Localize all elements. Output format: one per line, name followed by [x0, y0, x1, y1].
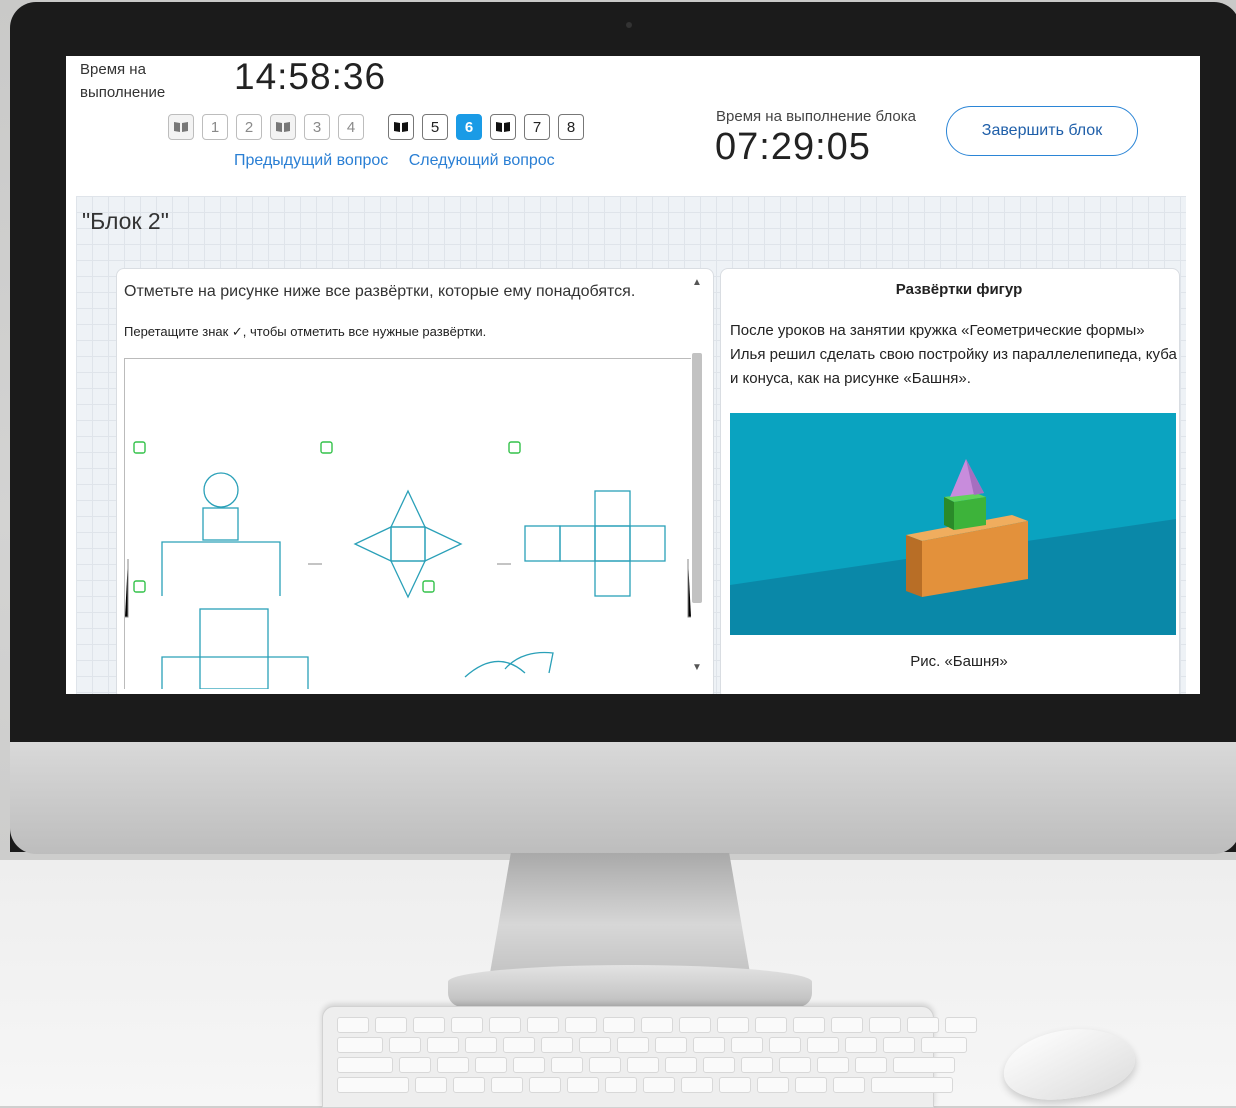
block-time-value: 07:29:05: [715, 126, 871, 168]
net-3: [524, 490, 666, 597]
question-nav: 1 2 3 4 5 6 7 8: [168, 114, 584, 140]
workspace: "Блок 2" Отметьте на рисунке ниже все ра…: [76, 196, 1186, 694]
drop-box[interactable]: [422, 580, 435, 593]
question-button-2[interactable]: 2: [236, 114, 262, 140]
info-panel: Развёртки фигур После уроков на занятии …: [720, 268, 1180, 694]
drop-box[interactable]: [508, 441, 521, 454]
question-hint: Перетащите знак ✓, чтобы отметить все ну…: [124, 324, 487, 339]
book-icon: [496, 122, 510, 132]
tower-picture: [730, 413, 1176, 635]
info-tab-button[interactable]: [168, 114, 194, 140]
book-icon: [276, 122, 290, 132]
screen: Время на выполнение 14:58:36 1 2 3 4 5 6…: [66, 56, 1200, 694]
question-button-6[interactable]: 6: [456, 114, 482, 140]
book-icon: [174, 122, 188, 132]
question-button-1[interactable]: 1: [202, 114, 228, 140]
question-scrollbar[interactable]: ▲ ▼: [690, 277, 704, 677]
nets-canvas: [124, 358, 691, 690]
book-icon: [394, 122, 408, 132]
nets-drawing: [125, 441, 691, 690]
drop-box[interactable]: [133, 580, 146, 593]
net-2: [353, 489, 463, 599]
prev-question-link[interactable]: Предыдущий вопрос: [234, 152, 388, 169]
info-tab-button[interactable]: [490, 114, 516, 140]
question-button-4[interactable]: 4: [338, 114, 364, 140]
question-button-7[interactable]: 7: [524, 114, 550, 140]
question-panel: Отметьте на рисунке ниже все развёртки, …: [116, 268, 714, 694]
question-nav-links: Предыдущий вопрос Следующий вопрос: [234, 152, 571, 170]
info-tab-button[interactable]: [270, 114, 296, 140]
scroll-up-icon[interactable]: ▲: [692, 277, 702, 288]
net-1: [161, 472, 281, 596]
monitor-stand: [490, 853, 750, 973]
monitor-chin: [10, 742, 1236, 854]
net-4: [161, 608, 309, 690]
block-time-label: Время на выполнение блока: [716, 108, 916, 125]
total-time-label: Время на выполнение: [80, 61, 166, 101]
checkmark-drop-boxes[interactable]: [133, 441, 521, 593]
monitor-foot: [448, 965, 812, 1007]
picture-caption: Рис. «Башня»: [910, 653, 1008, 670]
separators: [125, 559, 691, 618]
total-time-value: 14:58:36: [234, 56, 387, 97]
info-text: После уроков на занятии кружка «Геометри…: [730, 322, 1177, 387]
scrollbar-thumb[interactable]: [692, 353, 702, 603]
scroll-down-icon[interactable]: ▼: [692, 662, 702, 673]
keyboard: [322, 1006, 977, 1108]
question-text: Отметьте на рисунке ниже все развёртки, …: [124, 283, 636, 300]
question-button-5[interactable]: 5: [422, 114, 448, 140]
block-title: "Блок 2": [82, 208, 169, 234]
question-button-3[interactable]: 3: [304, 114, 330, 140]
camera: [626, 22, 632, 28]
drop-box[interactable]: [320, 441, 333, 454]
info-title: Развёртки фигур: [895, 281, 1023, 298]
net-5: [464, 651, 554, 678]
next-question-link[interactable]: Следующий вопрос: [409, 152, 555, 169]
info-tab-button[interactable]: [388, 114, 414, 140]
finish-block-button[interactable]: Завершить блок: [946, 106, 1138, 156]
drop-box[interactable]: [133, 441, 146, 454]
question-button-8[interactable]: 8: [558, 114, 584, 140]
